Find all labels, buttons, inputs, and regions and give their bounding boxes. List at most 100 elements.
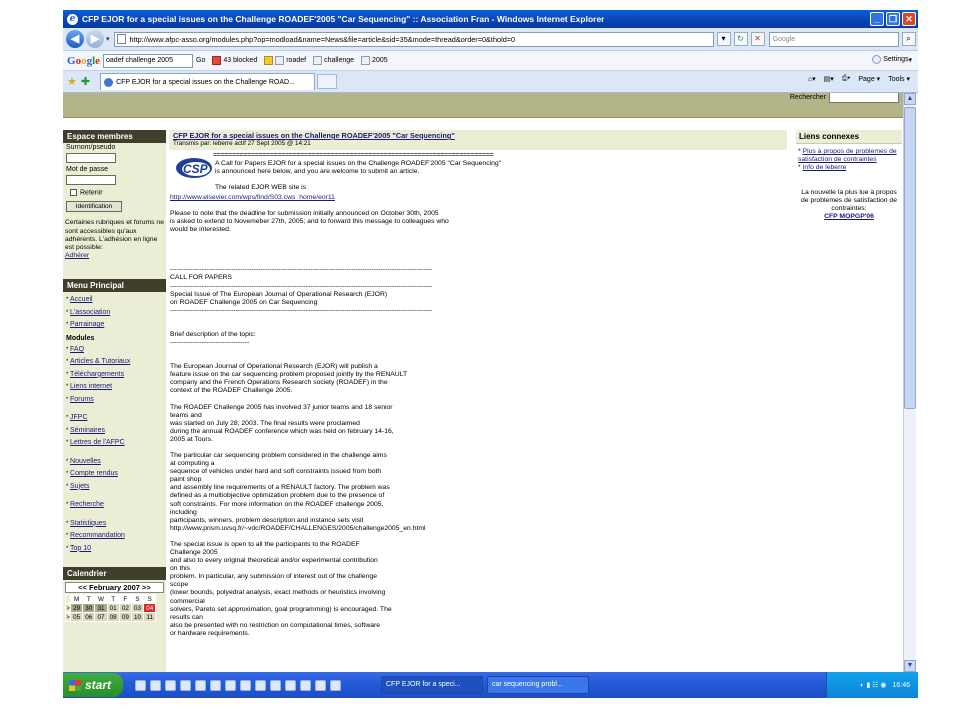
popup-blocker[interactable]: 43 blocked: [212, 56, 257, 65]
address-dropdown-button[interactable]: ▾: [716, 32, 731, 46]
calendar-day-today[interactable]: 04: [143, 603, 157, 614]
module-comptes-rendus[interactable]: Compte rendus: [70, 470, 118, 477]
go-button[interactable]: Go: [196, 57, 205, 64]
settings-button[interactable]: Settings ▾: [872, 55, 912, 64]
taskbar-item-cfp[interactable]: CFP EJOR for a speci...: [381, 676, 483, 694]
minimize-button[interactable]: _: [870, 12, 884, 26]
module-nouvelles[interactable]: Nouvelles: [70, 458, 101, 465]
new-tab-button[interactable]: [317, 74, 338, 89]
calendar-day[interactable]: 01: [106, 603, 120, 614]
messenger-icon[interactable]: [195, 679, 206, 691]
login-input[interactable]: [66, 153, 116, 163]
calendar-day[interactable]: 11: [143, 612, 157, 623]
vertical-scrollbar[interactable]: ▲ ▼: [903, 93, 916, 672]
tray-icons[interactable]: ◐ ▮ ☷ ◉: [860, 681, 886, 689]
module-sujets[interactable]: Sujets: [70, 483, 89, 490]
menu-item-parrainage[interactable]: Parrainage: [70, 321, 104, 328]
week-arrow[interactable]: >: [65, 612, 71, 623]
page-menu[interactable]: Page ▾: [858, 75, 880, 83]
app-icon[interactable]: [330, 679, 341, 691]
menu-item-accueil[interactable]: Accueil: [70, 296, 93, 303]
highlight-challenge[interactable]: challenge: [313, 56, 354, 65]
paragraph-spacer: [170, 242, 789, 250]
module-telechargements[interactable]: Téléchargements: [70, 371, 124, 378]
calendar-day[interactable]: 29: [69, 603, 84, 614]
tab-active[interactable]: CFP EJOR for a special issues on the Cha…: [100, 73, 316, 90]
calendar-day[interactable]: 30: [82, 603, 96, 614]
module-faq[interactable]: FAQ: [70, 346, 84, 353]
ie-launch-icon[interactable]: [135, 679, 146, 691]
folder-icon[interactable]: [210, 679, 221, 691]
start-button[interactable]: start: [63, 673, 123, 697]
module-top10[interactable]: Top 10: [70, 545, 91, 552]
module-liens[interactable]: Liens internet: [70, 383, 112, 390]
week-arrow[interactable]: >: [65, 603, 71, 614]
feeds-icon[interactable]: ▤▾: [824, 75, 834, 83]
related-link-csp[interactable]: Plus à propos de problemes de satisfacti…: [798, 148, 897, 163]
maximize-button[interactable]: ❐: [886, 12, 900, 26]
join-link[interactable]: Adhérer: [65, 252, 89, 259]
ejor-link[interactable]: http://www.elsevier.com/wps/find/S03.cws…: [170, 194, 789, 202]
calendar-day[interactable]: 07: [94, 612, 108, 623]
back-button[interactable]: ◀: [66, 30, 84, 48]
close-button[interactable]: ✕: [902, 12, 916, 26]
module-recherche[interactable]: Recherche: [70, 501, 104, 508]
related-link-leberre[interactable]: Info de leberre: [803, 164, 847, 171]
home-icon[interactable]: ⌂▾: [808, 75, 816, 83]
module-recommandation[interactable]: Recommandation: [70, 532, 125, 539]
taskbar-item-car-sequencing[interactable]: car sequencing probl...: [487, 676, 589, 694]
calendar-day[interactable]: 03: [130, 603, 145, 614]
print-icon[interactable]: ⎙▾: [842, 75, 851, 83]
add-favorite-icon[interactable]: ✚: [81, 75, 90, 88]
search-input[interactable]: Google: [768, 31, 899, 47]
calendar-day[interactable]: 02: [118, 603, 132, 614]
calendar-day[interactable]: 05: [69, 612, 84, 623]
article-title[interactable]: CFP EJOR for a special issues on the Cha…: [173, 131, 787, 140]
chevron-down-icon[interactable]: ▾: [106, 35, 110, 43]
module-forums[interactable]: Forums: [70, 396, 94, 403]
calendar-month-nav[interactable]: << February 2007 >>: [65, 582, 164, 594]
calendar-day[interactable]: 08: [106, 612, 120, 623]
app-icon[interactable]: [225, 679, 236, 691]
menu-item-association[interactable]: L'association: [70, 309, 110, 316]
scroll-down-button[interactable]: ▼: [904, 660, 916, 672]
module-seminaires[interactable]: Séminaires: [70, 427, 105, 434]
favorites-star-icon[interactable]: ★: [67, 75, 77, 88]
app-icon[interactable]: [255, 679, 266, 691]
login-button[interactable]: Identification: [66, 201, 122, 213]
stop-button[interactable]: ✕: [750, 32, 765, 46]
app-icon[interactable]: [270, 679, 281, 691]
scroll-thumb[interactable]: [904, 107, 916, 409]
forward-button[interactable]: ▶: [86, 30, 104, 48]
module-jfpc[interactable]: JFPC: [70, 414, 88, 421]
search-icon[interactable]: ⌕: [901, 32, 916, 46]
desktop-icon[interactable]: [150, 679, 161, 691]
calendar-day[interactable]: 09: [118, 612, 132, 623]
address-field[interactable]: http://www.afpc-asso.org/modules.php?op=…: [113, 31, 714, 47]
word-icon[interactable]: [180, 679, 191, 691]
module-lettres[interactable]: Lettres de l'AFPC: [70, 439, 125, 446]
calendar-day[interactable]: 10: [130, 612, 145, 623]
site-search-input[interactable]: [829, 93, 899, 103]
remember-checkbox[interactable]: [70, 189, 77, 196]
calendar-day[interactable]: 31: [94, 603, 108, 614]
module-statistiques[interactable]: Statistiques: [70, 520, 106, 527]
app-icon[interactable]: [240, 679, 251, 691]
app-icon[interactable]: [300, 679, 311, 691]
scroll-up-button[interactable]: ▲: [904, 93, 916, 105]
password-input[interactable]: [66, 175, 116, 185]
paragraph-spacer: [170, 202, 789, 210]
popular-link[interactable]: CFP MOPGP'06: [824, 213, 874, 220]
media-icon[interactable]: [165, 679, 176, 691]
highlight-2005[interactable]: 2005: [361, 56, 388, 65]
app-icon[interactable]: [285, 679, 296, 691]
google-search-input[interactable]: oadef challenge 2005: [103, 53, 194, 68]
paragraph-spacer: [170, 355, 789, 363]
tools-menu[interactable]: Tools ▾: [888, 75, 910, 83]
module-articles[interactable]: Articles & Tutoriaux: [70, 358, 130, 365]
highlight-roadef[interactable]: roadef: [264, 56, 306, 65]
app-icon[interactable]: [315, 679, 326, 691]
refresh-button[interactable]: ↻: [733, 32, 748, 46]
calendar-day[interactable]: 06: [82, 612, 96, 623]
day-header: T: [106, 594, 120, 605]
